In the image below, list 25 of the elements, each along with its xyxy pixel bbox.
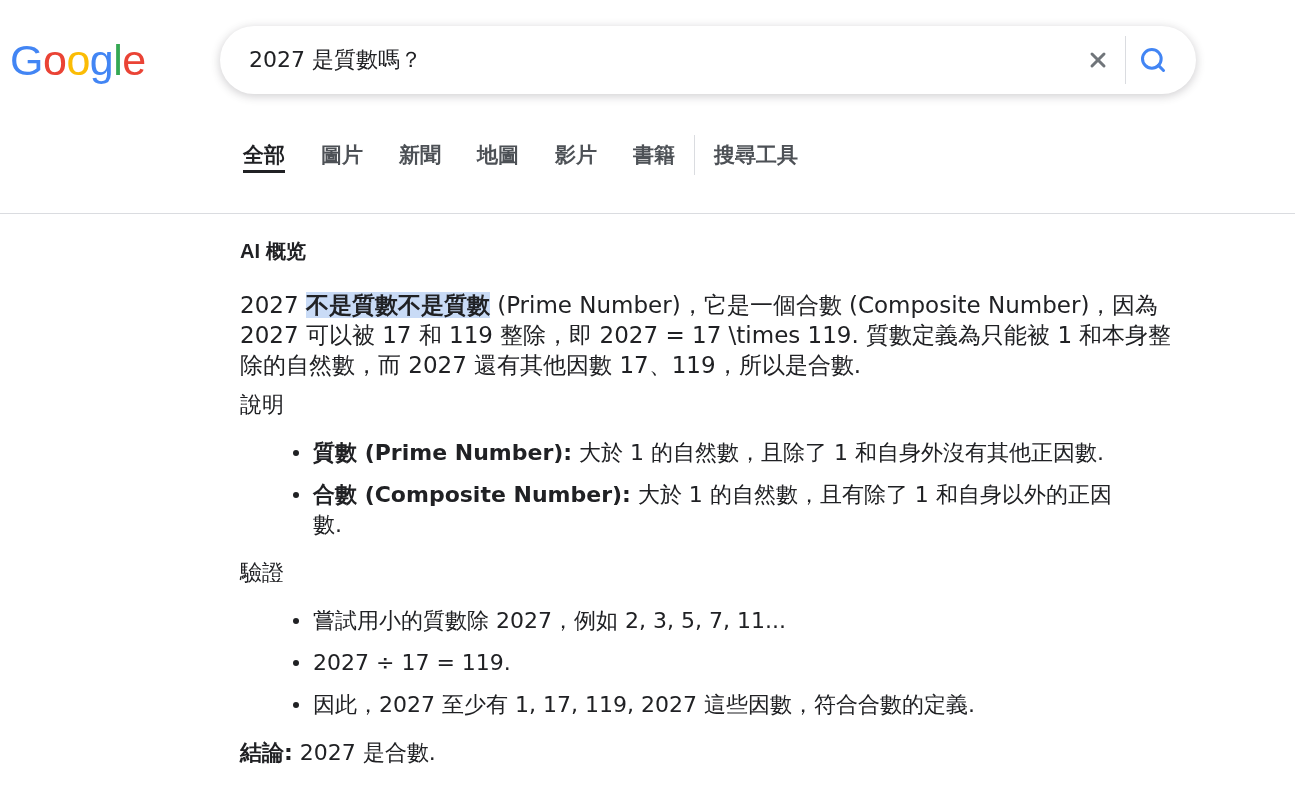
subheading: 說明 [240,391,285,419]
search-input[interactable]: 2027 是質數嗎？ [249,44,1080,76]
tab[interactable]: 全部 [243,137,285,173]
bullet-icon [293,492,299,498]
search-icon [1139,46,1167,74]
tab[interactable]: 搜尋工具 [714,137,798,173]
bullet-icon [293,702,299,708]
tab[interactable]: 圖片 [321,137,363,173]
section-title: AI 概览 [240,239,307,264]
list-item-text: 合數 (Composite Number): 大於 1 的自然數，且有除了 1 和自身以外的正因數. [313,481,1113,539]
tab[interactable]: 新聞 [399,137,441,173]
bullet-icon [293,618,299,624]
list-item-text: 質數 (Prime Number): 大於 1 的自然數，且除了 1 和自身外沒有其他正因數. [313,439,1105,467]
tab[interactable]: 影片 [555,137,597,173]
list-item-text: 嘗試用小的質數除 2027，例如 2, 3, 5, 7, 11... [313,607,786,635]
list-item-text: 2027 ÷ 17 = 119. [313,649,511,677]
bullet-icon [293,450,299,456]
list-item-text: 因此，2027 至少有 1, 17, 119, 2027 這些因數，符合合數的定義. [313,691,975,719]
bullet-icon [293,660,299,666]
subheading: 驗證 [240,559,285,587]
tab[interactable]: 書籍 [633,137,675,173]
summary-paragraph: 2027 不是質數不是質數 (Prime Number)，它是一個合數 (Composite Number)，因為 2027 可以被 17 和 119 整除，即 2027 = 17 \times 119. 質數定義為只能被 1 和本身整除的自然數，而 2027 還有其他因數 17、119，所以是合數. [240,291,1173,380]
tab[interactable]: 地圖 [477,137,519,173]
google-logo[interactable]: Google [10,37,146,83]
conclusion-text: 結論: 2027 是合數. [240,739,437,767]
